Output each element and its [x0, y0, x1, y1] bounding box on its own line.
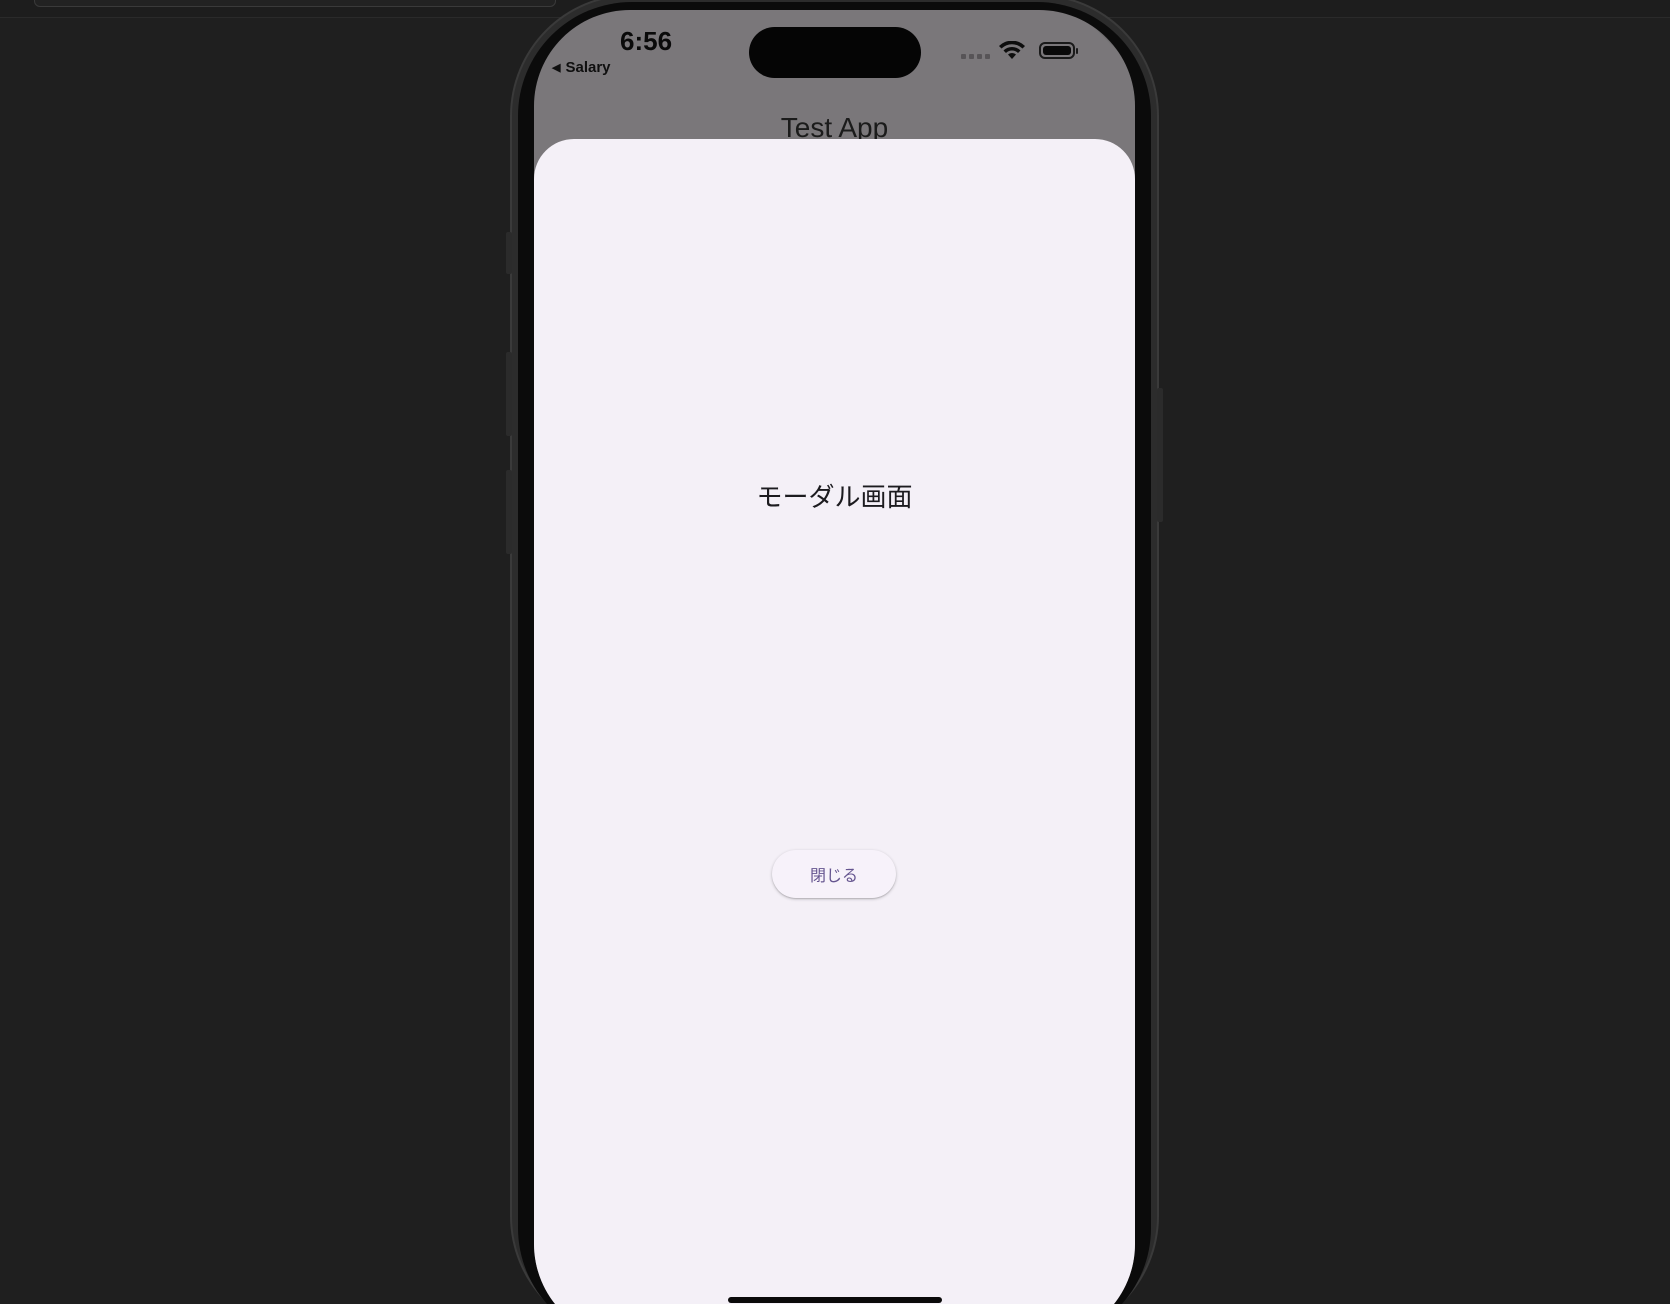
back-app-label: Salary — [565, 59, 611, 76]
desktop-background: Test App 6:56 ◀ Salary モーダル画面 閉じる DEBUG — [0, 0, 1670, 1304]
home-indicator[interactable] — [728, 1297, 942, 1303]
cellular-signal-icon — [961, 54, 990, 59]
host-toolbar-field — [34, 0, 556, 7]
modal-sheet: モーダル画面 閉じる — [534, 139, 1135, 1304]
dynamic-island — [749, 27, 921, 78]
back-arrow-icon: ◀ — [552, 62, 561, 74]
modal-title: モーダル画面 — [756, 483, 913, 513]
back-to-app-link[interactable]: ◀ Salary — [552, 59, 611, 76]
volume-up-button — [506, 352, 512, 436]
status-time: 6:56 — [620, 26, 673, 56]
battery-icon — [1039, 42, 1078, 59]
wifi-icon — [999, 41, 1025, 59]
power-button — [1157, 388, 1163, 522]
close-button[interactable]: 閉じる — [772, 850, 896, 898]
action-button — [506, 232, 512, 274]
volume-down-button — [506, 470, 512, 554]
phone-screen: Test App 6:56 ◀ Salary モーダル画面 閉じる DEBUG — [534, 10, 1135, 1304]
